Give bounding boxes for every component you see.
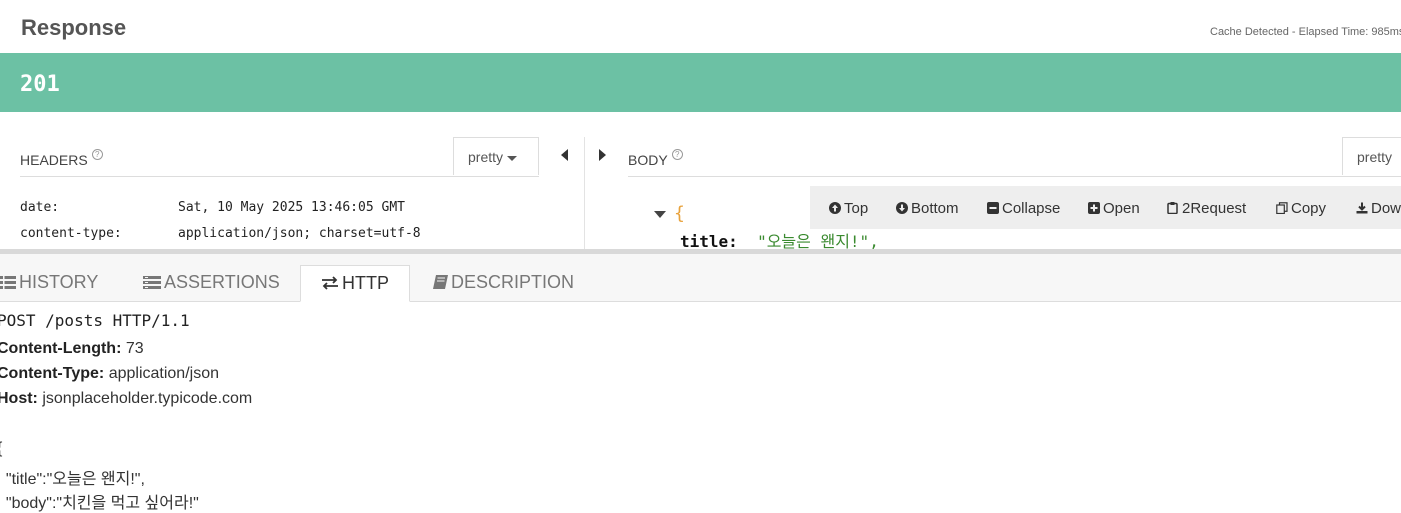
http-header-name: Content-Type:: [0, 365, 105, 382]
http-body-line: "body":"치킨을 먹고 싶어라!": [0, 495, 199, 512]
header-row: content-type: application/json; charset=u…: [20, 226, 421, 241]
json-collapse-caret-icon[interactable]: [654, 211, 666, 218]
body-format-label: pretty: [1357, 149, 1393, 165]
tab-description[interactable]: DESCRIPTION: [433, 272, 574, 293]
headers-format-label: pretty: [468, 149, 504, 165]
help-icon[interactable]: ?: [91, 149, 103, 160]
bottom-button[interactable]: Bottom: [896, 200, 959, 217]
http-header-name: Content-Length:: [0, 340, 122, 357]
tasks-icon: [143, 276, 161, 289]
http-header-line: Host: jsonplaceholder.typicode.com: [0, 390, 252, 408]
header-value: application/json; charset=utf-8: [178, 226, 421, 241]
copy-icon: [1276, 202, 1288, 214]
header-key: date:: [20, 200, 60, 215]
json-open-brace: {: [674, 203, 685, 224]
body-label: BODY?: [628, 149, 683, 168]
list-icon: [0, 276, 16, 289]
download-icon: [1356, 202, 1368, 214]
request-line: POST /posts HTTP/1.1: [0, 311, 190, 330]
http-header-value: jsonplaceholder.typicode.com: [42, 390, 253, 407]
headers-divider: [20, 176, 539, 177]
http-body-line: {: [0, 440, 2, 458]
header-value: Sat, 10 May 2025 13:46:05 GMT: [178, 200, 405, 215]
body-format-dropdown[interactable]: pretty: [1342, 137, 1401, 175]
collapse-button[interactable]: Collapse: [987, 200, 1060, 217]
help-icon[interactable]: ?: [671, 149, 683, 160]
top-button[interactable]: Top: [829, 200, 868, 217]
exchange-icon: [322, 276, 338, 290]
plus-square-icon: [1088, 202, 1100, 214]
download-button[interactable]: Download: [1356, 200, 1401, 217]
header-row: date: Sat, 10 May 2025 13:46:05 GMT: [20, 200, 405, 215]
response-title: Response: [21, 15, 127, 40]
http-header-value: 73: [125, 340, 144, 357]
http-header-line: Content-Type: application/json: [0, 365, 219, 383]
book-icon: [433, 275, 448, 289]
http-header-value: application/json: [108, 365, 219, 382]
tab-assertions[interactable]: ASSERTIONS: [143, 272, 280, 293]
expand-right-icon[interactable]: [599, 149, 606, 161]
collapse-left-icon[interactable]: [561, 149, 568, 161]
tab-http[interactable]: HTTP: [300, 265, 410, 302]
minus-square-icon: [987, 202, 999, 214]
tab-history[interactable]: HISTORY: [0, 272, 98, 293]
body-label-text: BODY: [628, 152, 668, 168]
arrow-up-circle-icon: [829, 202, 841, 214]
panel-divider: [584, 137, 585, 249]
header-key: content-type:: [20, 226, 122, 241]
open-button[interactable]: Open: [1088, 200, 1140, 217]
headers-format-dropdown[interactable]: pretty: [453, 137, 539, 175]
status-bar: [0, 53, 1401, 112]
http-header-line: Content-Length: 73: [0, 340, 144, 358]
to-request-button[interactable]: 2Request: [1167, 200, 1246, 217]
arrow-down-circle-icon: [896, 202, 908, 214]
headers-label-text: HEADERS: [20, 152, 88, 168]
elapsed-time-info: Cache Detected - Elapsed Time: 985ms: [1210, 26, 1401, 38]
body-divider: [628, 176, 1401, 177]
headers-label: HEADERS?: [20, 149, 103, 168]
status-code: 201: [20, 72, 60, 97]
copy-button[interactable]: Copy: [1276, 200, 1326, 217]
chevron-down-icon: [507, 155, 518, 161]
http-body-line: "title":"오늘은 왠지!",: [0, 471, 145, 488]
clipboard-icon: [1167, 202, 1178, 214]
http-header-name: Host:: [0, 390, 38, 407]
